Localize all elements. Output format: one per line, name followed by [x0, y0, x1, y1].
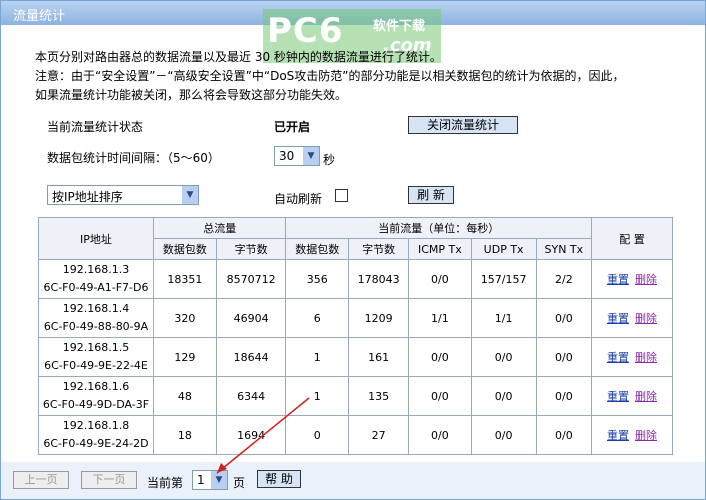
annotation-arrow	[216, 397, 310, 474]
router-traffic-stats-panel: 流量统计 PC6 软件下载 .com 本页分别对路由器总的数据流量以及最近 30…	[0, 0, 706, 500]
arrow-head	[217, 463, 227, 473]
arrow-shaft	[216, 397, 310, 474]
